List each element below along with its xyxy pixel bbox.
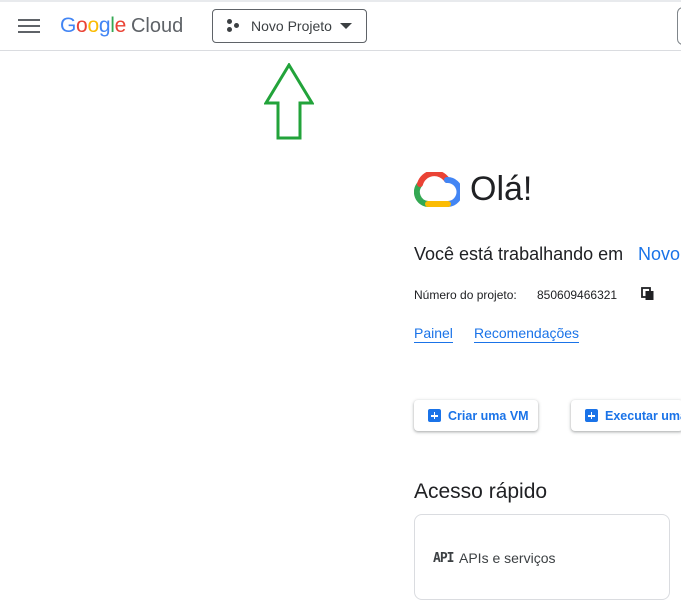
top-divider	[0, 0, 681, 2]
caret-down-icon	[340, 23, 352, 29]
plus-icon	[585, 409, 598, 422]
create-vm-label: Criar uma VM	[448, 408, 529, 423]
search-box-edge[interactable]	[677, 7, 681, 45]
run-button[interactable]: Executar uma	[571, 400, 681, 431]
painel-link[interactable]: Painel	[414, 325, 453, 343]
quick-access-card-apis[interactable]: API APIs e serviços	[414, 514, 670, 600]
project-number-label: Número do projeto:	[414, 288, 517, 302]
recomendacoes-link[interactable]: Recomendações	[474, 325, 580, 343]
create-vm-button[interactable]: Criar uma VM	[414, 400, 538, 431]
project-number-value: 850609466321	[537, 288, 618, 302]
menu-line	[18, 19, 40, 21]
google-wordmark: Google	[60, 14, 126, 37]
greeting-title: Olá!	[470, 170, 533, 208]
project-dots-icon	[227, 19, 241, 33]
plus-icon	[428, 409, 441, 422]
project-name: Novo Projeto	[251, 18, 332, 34]
working-project-link[interactable]: Novo	[638, 244, 680, 265]
google-cloud-logo[interactable]: Google Cloud	[60, 12, 183, 40]
menu-line	[18, 25, 40, 27]
top-bar: Google Cloud Novo Projeto	[0, 0, 681, 51]
google-cloud-logo-icon	[414, 171, 460, 207]
working-in-text: Você está trabalhando em	[414, 244, 624, 264]
up-arrow-annotation	[264, 63, 314, 140]
cloud-wordmark: Cloud	[130, 14, 184, 37]
copy-icon[interactable]	[641, 287, 655, 301]
menu-line	[18, 31, 40, 33]
greeting-row: Olá!	[414, 170, 532, 209]
quick-access-label: APIs e serviços	[459, 550, 556, 566]
api-icon: API	[433, 551, 455, 566]
project-picker-button[interactable]: Novo Projeto	[212, 9, 367, 43]
run-label: Executar uma	[605, 408, 681, 423]
menu-icon[interactable]	[18, 16, 40, 36]
quick-access-title: Acesso rápido	[414, 480, 548, 503]
